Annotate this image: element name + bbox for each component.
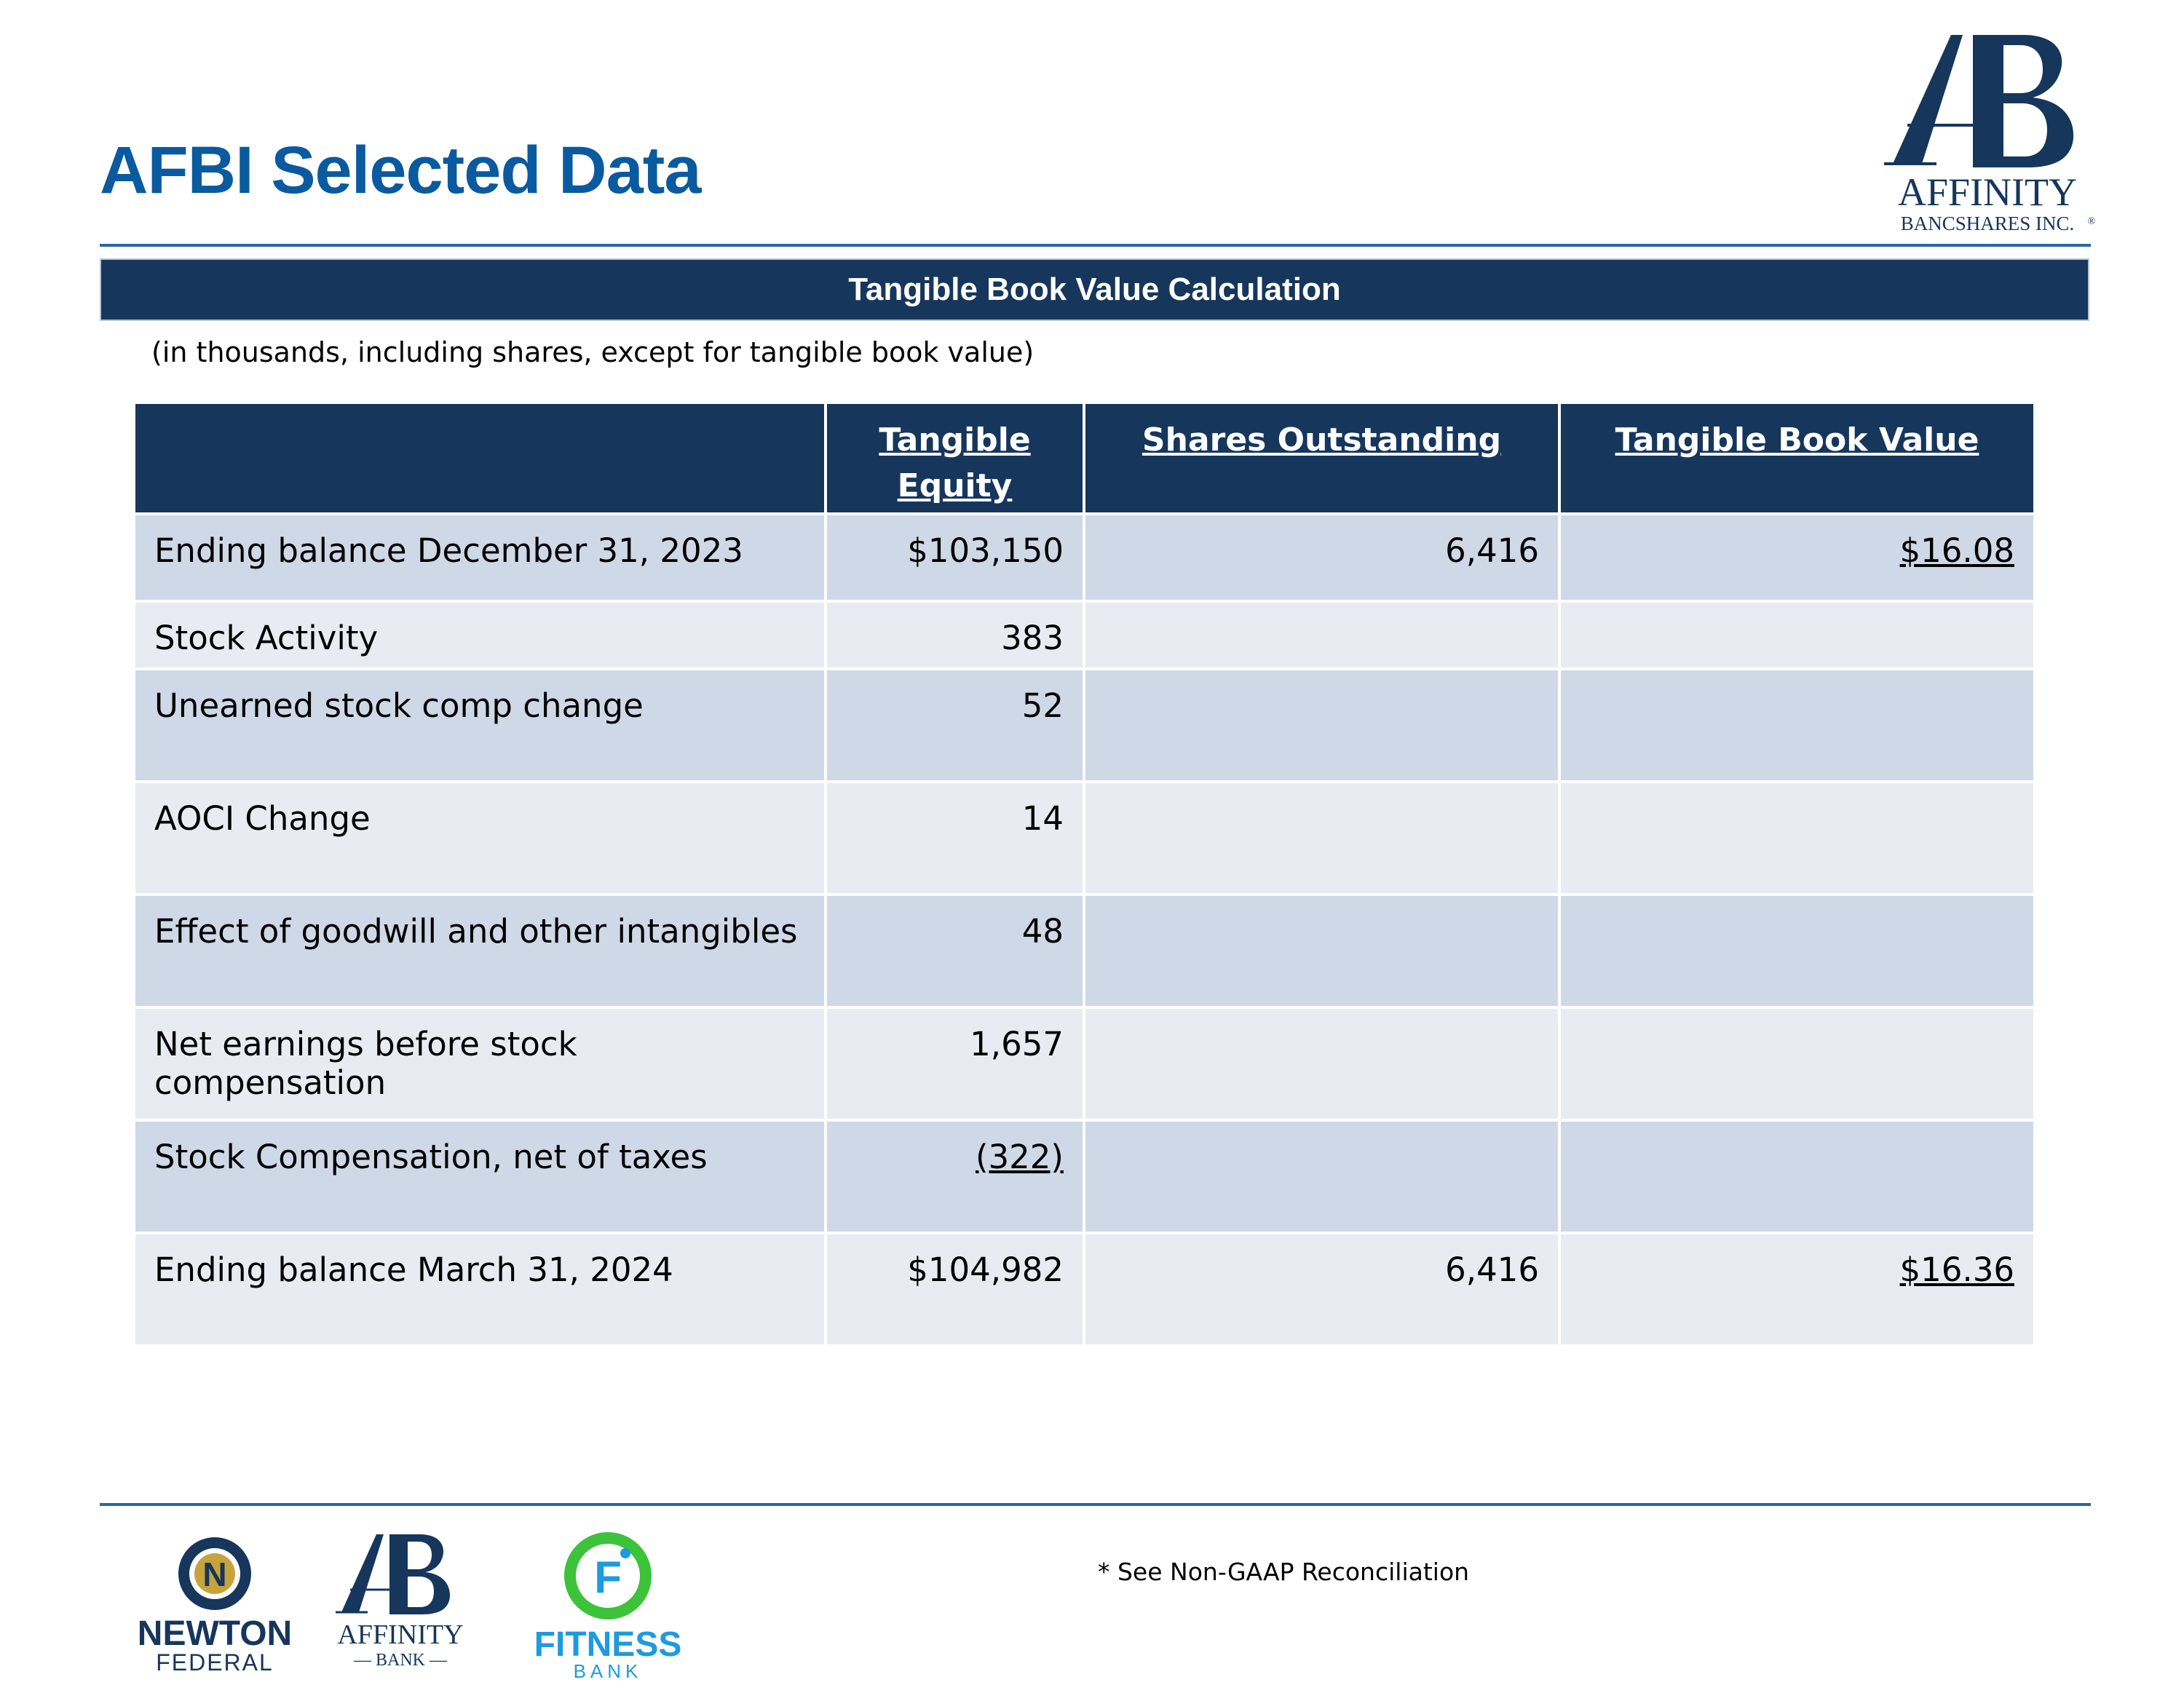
affinity-bank-logo-sub: — BANK — (353, 1651, 448, 1670)
affinity-bank-logo-name: AFFINITY (337, 1619, 463, 1650)
row-label: Ending balance March 31, 2024 (132, 1232, 827, 1347)
shares-outstanding-cell: 6,416 (1083, 1232, 1561, 1347)
tangible-equity-cell: (322) (824, 1119, 1085, 1234)
shares-outstanding-cell (1083, 1006, 1561, 1122)
tangible-book-value-cell: $16.36 (1558, 1232, 2036, 1347)
footnote: * See Non-GAAP Reconciliation (1098, 1558, 1470, 1586)
section-banner: Tangible Book Value Calculation (100, 258, 2089, 321)
table-row: Stock Activity 383 (132, 600, 2036, 670)
tangible-book-value-cell (1558, 1006, 2036, 1122)
column-header-label (132, 401, 827, 515)
units-note: (in thousands, including shares, except … (151, 336, 1034, 368)
newton-federal-logo: N NEWTON FEDERAL (138, 1537, 292, 1676)
tangible-book-value-cell (1558, 667, 2036, 783)
table-row: Stock Compensation, net of taxes (322) (132, 1119, 2036, 1234)
affinity-logo-sub: BANCSHARES INC. (1901, 213, 2075, 234)
affinity-bancshares-logo: AFFINITY BANCSHARES INC. ® (1884, 35, 2096, 234)
section-banner-title: Tangible Book Value Calculation (848, 271, 1341, 307)
tangible-equity-cell: $103,150 (824, 512, 1085, 603)
tangible-book-value-table: Tangible Equity Shares Outstanding Tangi… (132, 401, 2036, 1347)
tangible-equity-cell: 48 (824, 893, 1085, 1009)
tangible-equity-cell: 52 (824, 667, 1085, 783)
fitness-bank-logo: F FITNESS BANK (535, 1532, 681, 1682)
newton-logo-name: NEWTON (138, 1614, 292, 1653)
table-row: Unearned stock comp change 52 (132, 667, 2036, 783)
tangible-book-value-cell (1558, 600, 2036, 670)
shares-outstanding-cell: 6,416 (1083, 512, 1561, 603)
tangible-equity-cell: 383 (824, 600, 1085, 670)
tangible-book-value-cell: $16.08 (1558, 512, 2036, 603)
fitness-logo-name: FITNESS (535, 1625, 681, 1664)
shares-outstanding-cell (1083, 1119, 1561, 1234)
table-row: Net earnings before stock compensation 1… (132, 1006, 2036, 1122)
column-header-shares-outstanding: Shares Outstanding (1083, 401, 1561, 515)
tangible-equity-cell: 1,657 (824, 1006, 1085, 1122)
footer-divider (100, 1503, 2091, 1506)
shares-outstanding-cell (1083, 780, 1561, 896)
row-label: Stock Compensation, net of taxes (132, 1119, 827, 1234)
table-row: Ending balance December 31, 2023 $103,15… (132, 512, 2036, 603)
row-label: Ending balance December 31, 2023 (132, 512, 827, 603)
tangible-book-value-cell (1558, 893, 2036, 1009)
shares-outstanding-cell (1083, 893, 1561, 1009)
table-row: Effect of goodwill and other intangibles… (132, 893, 2036, 1009)
tangible-book-value-cell (1558, 1119, 2036, 1234)
page-title: AFBI Selected Data (100, 133, 702, 207)
fitness-logo-sub: BANK (574, 1660, 643, 1682)
row-label: Stock Activity (132, 600, 827, 670)
shares-outstanding-cell (1083, 600, 1561, 670)
tangible-book-value-cell (1558, 780, 2036, 896)
column-header-tangible-book-value: Tangible Book Value (1558, 401, 2036, 515)
header-divider (100, 244, 2091, 247)
svg-text:F: F (594, 1553, 622, 1603)
tangible-equity-cell: 14 (824, 780, 1085, 896)
row-label: Unearned stock comp change (132, 667, 827, 783)
table-row: AOCI Change 14 (132, 780, 2036, 896)
column-header-tangible-equity: Tangible Equity (824, 401, 1085, 515)
newton-logo-sub: FEDERAL (156, 1649, 274, 1676)
row-label: AOCI Change (132, 780, 827, 896)
svg-text:N: N (202, 1555, 226, 1593)
svg-text:®: ® (2088, 216, 2096, 227)
affinity-logo-name: AFFINITY (1898, 170, 2077, 214)
table-row: Ending balance March 31, 2024 $104,982 6… (132, 1232, 2036, 1347)
row-label: Net earnings before stock compensation (132, 1006, 827, 1122)
row-label: Effect of goodwill and other intangibles (132, 893, 827, 1009)
affinity-bank-logo: AFFINITY — BANK — (336, 1534, 464, 1670)
tangible-equity-cell: $104,982 (824, 1232, 1085, 1347)
shares-outstanding-cell (1083, 667, 1561, 783)
